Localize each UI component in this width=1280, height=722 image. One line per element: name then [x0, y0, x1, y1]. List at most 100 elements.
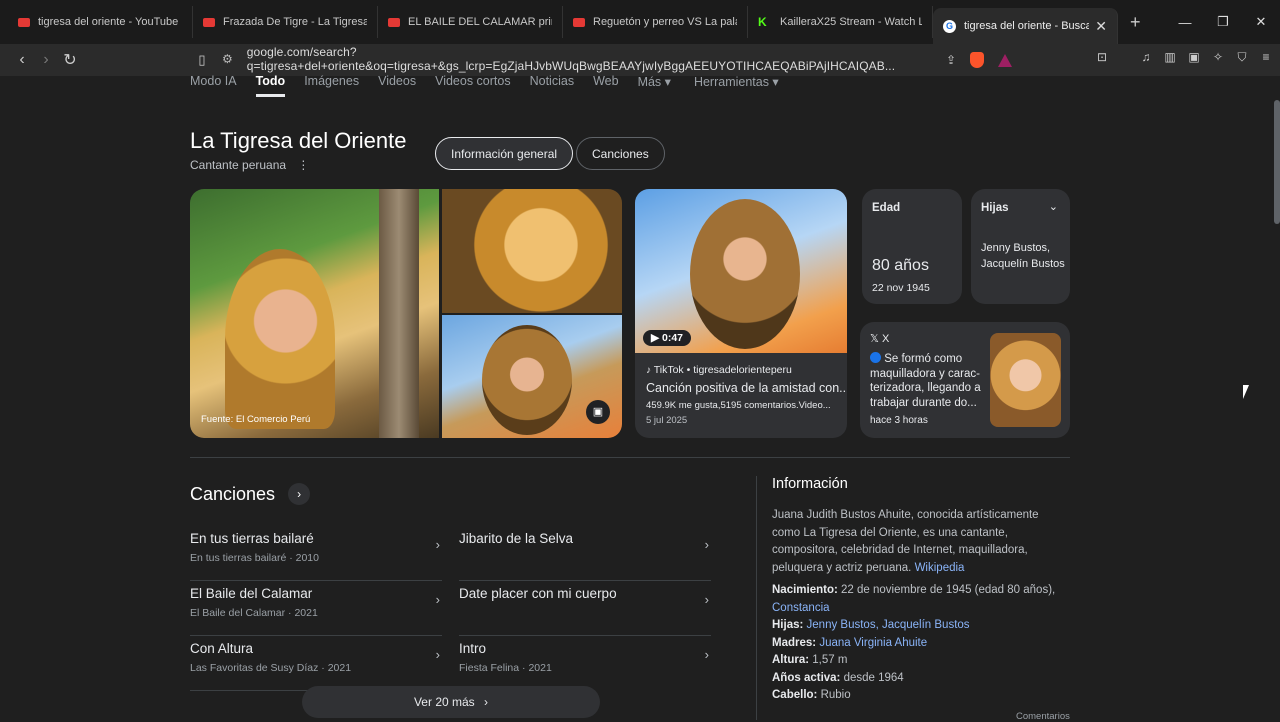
x-post-time: hace 3 horas	[870, 415, 928, 426]
see-more-button[interactable]: Ver 20 más ›	[302, 686, 600, 718]
tab-title: tigresa del oriente - YouTube	[38, 16, 179, 28]
video-title: Canción positiva de la amistad con...	[646, 381, 847, 395]
restore-icon[interactable]: ❐	[1204, 14, 1242, 30]
age-value: 80 años	[872, 257, 929, 274]
tab-videos[interactable]: Videos	[378, 74, 416, 97]
wallet-icon[interactable]: ▣	[1186, 50, 1202, 66]
video-thumbnail: ▶ 0:47	[635, 189, 847, 353]
tab-news[interactable]: Noticias	[530, 74, 574, 97]
tab-title: tigresa del oriente - Buscar co	[964, 20, 1089, 32]
browser-tab[interactable]: K KaillerаX25 Stream - Watch Live or	[748, 6, 933, 38]
tab-ai-mode[interactable]: Modo IA	[190, 74, 237, 97]
search-tabs: Modo IA Todo Imágenes Videos Videos cort…	[190, 74, 779, 97]
info-birth: Nacimiento: 22 de noviembre de 1945 (eda…	[772, 584, 1056, 614]
x-source: 𝕏 X	[870, 333, 890, 345]
chip-general-info[interactable]: Información general	[435, 137, 574, 170]
chevron-right-icon: ›	[435, 592, 440, 607]
youtube-icon	[388, 17, 400, 27]
share-icon[interactable]: ⇪	[946, 53, 956, 67]
age-card[interactable]: Edad 80 años 22 nov 1945	[862, 189, 962, 304]
tab-more[interactable]: Más ▾	[638, 74, 671, 97]
info-description: Juana Judith Bustos Ahuite, conocida art…	[772, 509, 1039, 574]
bookmark-icon[interactable]: ▯	[190, 52, 214, 68]
translate-icon[interactable]: ⊡	[1094, 50, 1110, 66]
video-card[interactable]: ▶ 0:47 ♪ TikTok • tigresadelorienteperu …	[635, 189, 847, 438]
age-label: Edad	[872, 202, 901, 214]
youtube-icon	[18, 17, 30, 27]
brave-shields-icon[interactable]	[970, 52, 985, 68]
photo-3[interactable]: ▣	[442, 315, 622, 438]
browser-tab-strip: tigresa del oriente - YouTube Frazada De…	[0, 0, 1280, 44]
chevron-right-icon: ›	[704, 537, 709, 552]
brave-rewards-icon[interactable]	[998, 53, 1013, 67]
image-search-icon[interactable]: ▣	[586, 400, 610, 424]
daughters-card[interactable]: Hijas ⌄ Jenny Bustos, Jacquelín Bustos	[971, 189, 1070, 304]
video-duration: ▶ 0:47	[643, 330, 692, 346]
song-item[interactable]: Con Altura Las Favoritas de Susy Díaz · 2…	[190, 641, 442, 691]
info-height: Altura: 1,57 m	[772, 654, 848, 666]
info-heading: Información	[772, 476, 848, 492]
media-icon[interactable]: ♫	[1138, 50, 1154, 66]
minimize-icon[interactable]: —	[1166, 15, 1204, 30]
entity-title: La Tigresa del Oriente	[190, 128, 407, 153]
chip-songs[interactable]: Canciones	[576, 137, 665, 170]
comments-link[interactable]: Comentarios	[1016, 711, 1070, 722]
youtube-icon	[203, 17, 215, 27]
song-item[interactable]: Date placer con mi cuerpo ›	[459, 586, 711, 636]
url-field[interactable]: ⚙ google.com/search?q=tigresa+del+orient…	[222, 45, 1002, 73]
x-post-image	[990, 333, 1061, 427]
song-item[interactable]: Jibarito de la Selva ›	[459, 531, 711, 581]
leo-ai-icon[interactable]: ✧	[1210, 50, 1226, 66]
chevron-right-icon: ›	[435, 537, 440, 552]
kick-icon: K	[758, 15, 767, 29]
song-item[interactable]: El Baile del Calamar El Baile del Calamar…	[190, 586, 442, 636]
tab-title: EL BAILE DEL CALAMAR primicia n	[408, 16, 552, 28]
forward-icon[interactable]: ›	[34, 51, 58, 69]
info-active-years: Años activa: desde 1964	[772, 672, 904, 684]
divider	[756, 476, 757, 720]
browser-tab[interactable]: Reguetón y perreo VS La palabra c	[563, 6, 748, 38]
video-source: ♪ TikTok • tigresadelorienteperu	[646, 364, 792, 376]
photo-2[interactable]	[442, 189, 622, 313]
daughters-link[interactable]: Jenny Bustos, Jacquelín Bustos	[807, 619, 970, 631]
sidebar-icon[interactable]: ▥	[1162, 50, 1178, 66]
tab-short-videos[interactable]: Videos cortos	[435, 74, 511, 97]
tiktok-icon: ♪	[646, 365, 651, 376]
tab-all[interactable]: Todo	[255, 74, 286, 97]
chevron-right-icon: ›	[704, 592, 709, 607]
toolbar-icons: ⊡ ♫ ▥ ▣ ✧ ⛉ ≡	[1094, 50, 1274, 66]
browser-tab-active[interactable]: Gtigresa del oriente - Buscar co ✕	[933, 8, 1118, 44]
info-daughters: Hijas: Jenny Bustos, Jacquelín Bustos	[772, 619, 970, 631]
mother-link[interactable]: Juana Virginia Ahuite	[819, 637, 927, 649]
chevron-right-icon[interactable]: ›	[288, 483, 311, 505]
main-photo[interactable]: Fuente: El Comercio Perú	[190, 189, 439, 438]
chevron-down-icon[interactable]: ⌄	[1049, 200, 1058, 213]
browser-tab[interactable]: tigresa del oriente - YouTube	[8, 6, 193, 38]
mouse-cursor	[1243, 385, 1254, 399]
song-item[interactable]: En tus tierras bailaré En tus tierras bai…	[190, 531, 442, 581]
new-tab-icon[interactable]: +	[1130, 12, 1141, 33]
scrollbar-thumb[interactable]	[1274, 100, 1280, 224]
tab-tools[interactable]: Herramientas ▾	[694, 74, 779, 97]
vpn-icon[interactable]: ⛉	[1234, 50, 1250, 66]
menu-icon[interactable]: ≡	[1258, 50, 1274, 66]
browser-tab[interactable]: EL BAILE DEL CALAMAR primicia n	[378, 6, 563, 38]
photo-source: Fuente: El Comercio Perú	[201, 414, 311, 425]
chevron-right-icon: ›	[435, 647, 440, 662]
close-window-icon[interactable]: ✕	[1242, 14, 1280, 30]
browser-tab[interactable]: Frazada De Tigre - La Tigresa Del O	[193, 6, 378, 38]
entity-subtitle: Cantante peruana ⋮	[190, 158, 310, 172]
wikipedia-link[interactable]: Wikipedia	[915, 562, 965, 574]
more-options-icon[interactable]: ⋮	[297, 158, 309, 172]
close-tab-icon[interactable]: ✕	[1095, 18, 1107, 35]
x-post-card[interactable]: 𝕏 X Se formó como maquilladora y carac-t…	[860, 322, 1070, 438]
info-hair: Cabello: Rubio	[772, 689, 851, 701]
songs-heading[interactable]: Canciones ›	[190, 483, 311, 505]
birth-place-link[interactable]: Constancia	[772, 602, 830, 614]
back-icon[interactable]: ‹	[10, 51, 34, 69]
reload-icon[interactable]: ↻	[58, 50, 82, 70]
song-item[interactable]: Intro Fiesta Felina · 2021 ›	[459, 641, 711, 691]
site-info-icon[interactable]: ⚙	[222, 52, 233, 66]
tab-web[interactable]: Web	[593, 74, 618, 97]
tab-images[interactable]: Imágenes	[304, 74, 359, 97]
